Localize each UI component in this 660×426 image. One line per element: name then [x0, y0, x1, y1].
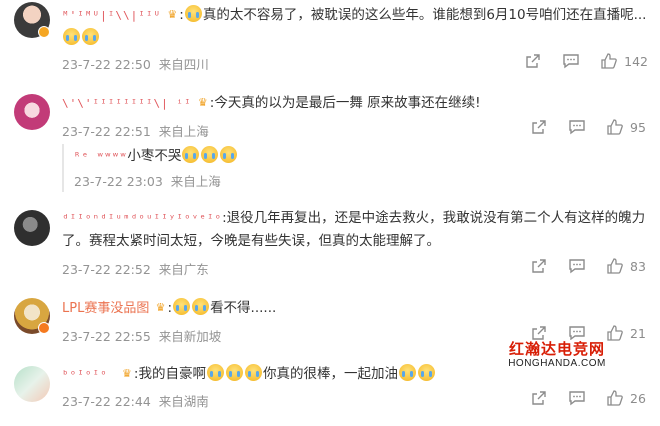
crying-emoji-icon	[206, 364, 224, 381]
comment-icon[interactable]	[568, 258, 586, 274]
crown-icon: ♛	[155, 301, 166, 314]
like-count: 21	[630, 325, 646, 341]
comment-text: :我的自豪啊	[133, 366, 206, 382]
comment-time: 23-7-22 22:50	[62, 57, 151, 72]
crying-emoji-icon	[184, 5, 202, 22]
comment-location: 来自上海	[158, 124, 209, 139]
crying-emoji-icon	[173, 298, 191, 315]
reply-block: ᴿᵉ ʷʷʷʷ小枣不哭 23-7-22 23:03 来自上海	[62, 144, 582, 192]
comment-icon[interactable]	[568, 325, 586, 341]
reply-location: 来自上海	[170, 174, 221, 189]
share-icon[interactable]	[530, 119, 548, 135]
like-icon[interactable]	[600, 53, 618, 69]
comment-meta: 23-7-22 22:51 来自上海	[62, 121, 209, 140]
share-icon[interactable]	[530, 258, 548, 274]
comment-text: 看不得......	[210, 300, 277, 316]
comment-username[interactable]: \'\'ᴵᴵᴵᴵᴵᴵᴵᴵ\| ⁱᴵ	[62, 97, 192, 110]
comment-username[interactable]: LPL赛事没品图	[62, 301, 149, 316]
like-count: 95	[630, 119, 646, 135]
share-icon[interactable]	[524, 53, 542, 69]
crying-emoji-icon	[63, 28, 80, 45]
like-count: 83	[630, 258, 646, 274]
like-count: 26	[630, 390, 646, 406]
reply-text: 小枣不哭	[127, 148, 182, 164]
comment-username[interactable]: ᵇᵒᴵᵒᴵᵒ	[62, 368, 108, 381]
comment-time: 23-7-22 22:44	[62, 394, 151, 409]
avatar[interactable]	[14, 94, 50, 130]
comment-location: 来自四川	[158, 57, 209, 72]
reply-time: 23-7-22 23:03	[74, 174, 163, 189]
comment-meta: 23-7-22 22:55 来自新加坡	[62, 326, 221, 345]
watermark-cn: 红瀚达电竞网	[508, 340, 605, 358]
comment-username[interactable]: ᵈᴵᴵᵒⁿᵈᴵᵘᵐᵈᵒᵘᴵᴵʸᴵᵒᵛᵉᴵᵒ	[62, 212, 222, 225]
verified-badge-icon	[38, 26, 50, 38]
comment-time: 23-7-22 22:51	[62, 124, 151, 139]
reply-username[interactable]: ᴿᵉ ʷʷʷʷ	[74, 150, 127, 163]
crying-emoji-icon	[417, 364, 435, 381]
reply-meta: 23-7-22 23:03 来自上海	[74, 171, 221, 190]
share-icon[interactable]	[530, 390, 548, 406]
avatar[interactable]	[14, 210, 50, 246]
like-icon[interactable]	[606, 390, 624, 406]
comment-time: 23-7-22 22:52	[62, 262, 151, 277]
like-icon[interactable]	[606, 325, 624, 341]
comment-location: 来自湖南	[158, 394, 209, 409]
comment-text-line2: 了。赛程太紧时间太短，今晚是有些失误，但真的太能理解了。	[62, 233, 440, 249]
like-icon[interactable]	[606, 119, 624, 135]
crying-emoji-icon	[398, 364, 416, 381]
comment-icon[interactable]	[568, 119, 586, 135]
avatar[interactable]	[14, 366, 50, 402]
comment-location: 来自新加坡	[158, 329, 222, 344]
crying-emoji-icon	[192, 298, 210, 315]
comment-text: :退役几年再复出，还是中途去救火，我敢说没有第二个人有这样的魄力	[222, 210, 646, 226]
crown-icon: ♛	[122, 367, 132, 380]
verified-badge-icon	[38, 322, 50, 334]
crying-emoji-icon	[244, 364, 262, 381]
comment-icon[interactable]	[562, 53, 580, 69]
comment-text: 真的太不容易了，被耽误的这么些年。谁能想到6月10号咱们还在直播呢...	[202, 7, 647, 23]
crown-icon: ♛	[167, 8, 178, 21]
comment-username[interactable]: ᴹ'ᴵᴹᵁ|ᴵ\\|ᴵᴵᵁ	[62, 9, 161, 22]
comment-time: 23-7-22 22:55	[62, 329, 151, 344]
comment-meta: 23-7-22 22:44 来自湖南	[62, 391, 209, 410]
crying-emoji-icon	[220, 146, 238, 163]
share-icon[interactable]	[530, 325, 548, 341]
comment-text: :今天真的以为是最后一舞 原来故事还在继续!	[209, 95, 481, 111]
comment-meta: 23-7-22 22:50 来自四川	[62, 54, 209, 73]
crying-emoji-icon	[201, 146, 219, 163]
like-icon[interactable]	[606, 258, 624, 274]
crying-emoji-icon	[225, 364, 243, 381]
crying-emoji-icon	[182, 146, 200, 163]
crown-icon: ♛	[197, 96, 208, 109]
comment-meta: 23-7-22 22:52 来自广东	[62, 259, 209, 278]
like-count: 142	[624, 53, 648, 69]
crying-emoji-icon	[82, 28, 99, 45]
site-watermark: 红瀚达电竞网 HONGHANDA.COM	[508, 340, 606, 372]
comment-text-cont: 你真的很棒，一起加油	[262, 366, 398, 382]
comment-icon[interactable]	[568, 390, 586, 406]
watermark-en: HONGHANDA.COM	[508, 358, 606, 369]
comment-location: 来自广东	[158, 262, 209, 277]
